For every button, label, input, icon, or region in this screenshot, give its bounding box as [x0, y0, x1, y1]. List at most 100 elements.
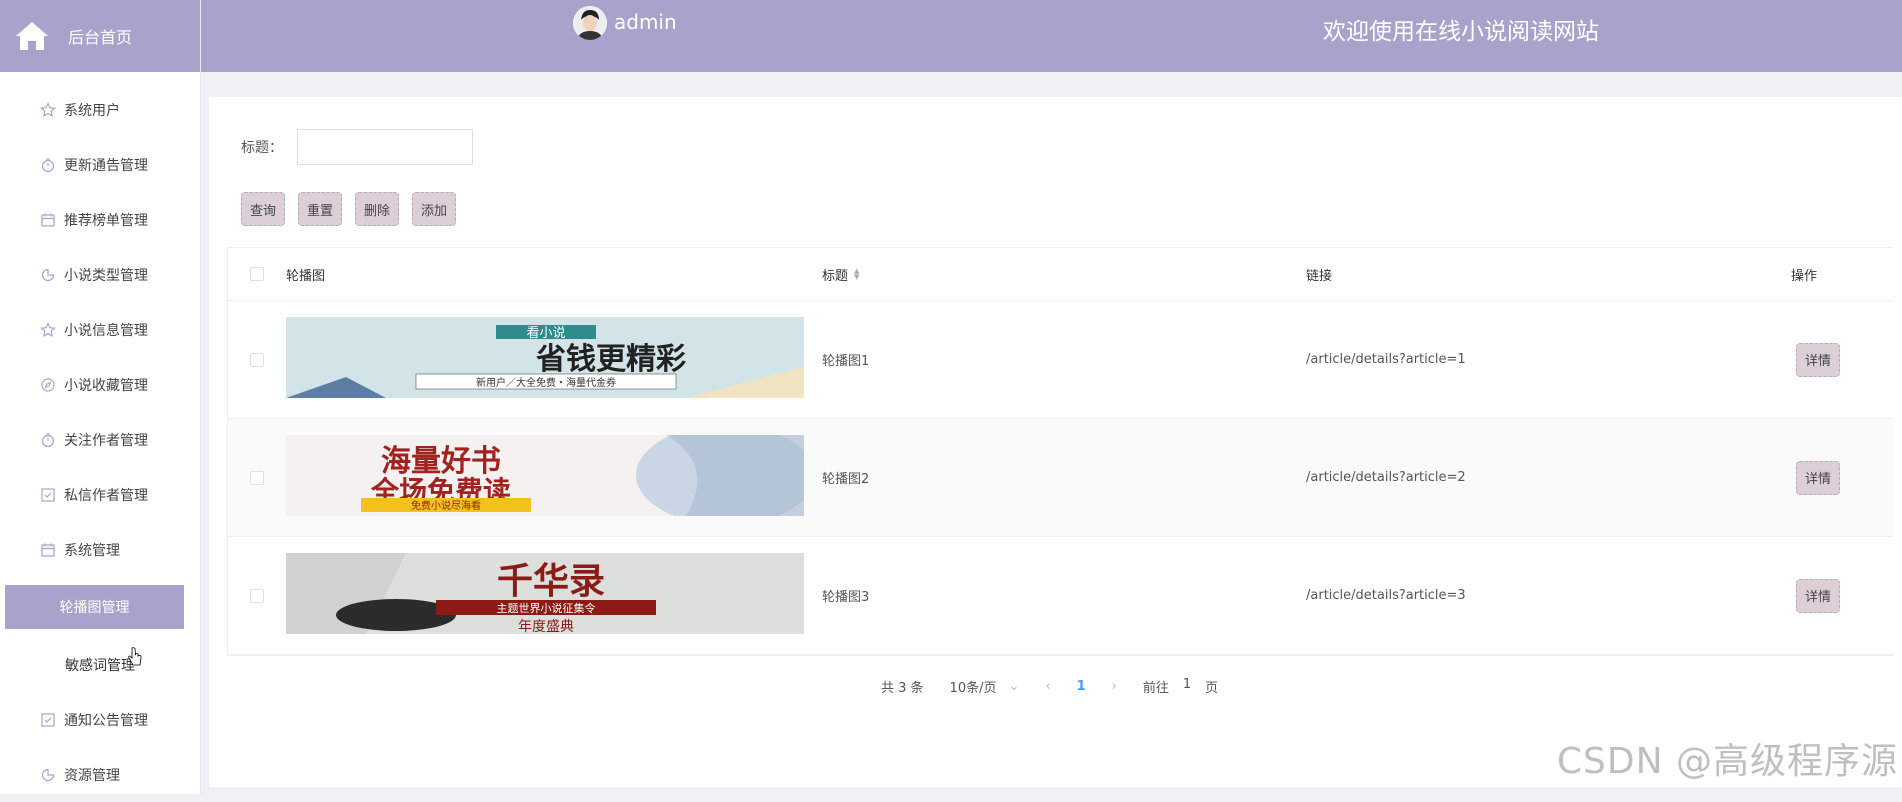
- sidebar-item-label: 敏感词管理: [65, 657, 135, 674]
- prev-page-icon[interactable]: ‹: [1045, 679, 1050, 694]
- sidebar-item-label: 私信作者管理: [64, 487, 148, 504]
- checkbox-icon: [40, 712, 56, 728]
- table-row: 看小说 省钱更精彩 新用户／大全免费・海量代金券 轮播图1 /article/d…: [228, 301, 1893, 419]
- sidebar-menu: 系统用户 更新通告管理 推荐榜单管理 小说类型管理 小说信息管理 小说收藏管理 …: [0, 72, 200, 802]
- sidebar-item-label: 小说信息管理: [64, 322, 148, 339]
- table-row: 千华录 主题世界小说征集令 年度盛典 轮播图3 /article/details…: [228, 537, 1893, 655]
- row-title: 轮播图2: [822, 472, 870, 487]
- carousel-image-2: 海量好书 全场免费读 免费小说尽海看: [286, 425, 816, 525]
- page-size-value: 10条/页: [949, 681, 997, 696]
- watermark: CSDN @高级程序源: [1556, 741, 1898, 782]
- col-link-header: 链接: [1306, 268, 1333, 284]
- timer-icon: [40, 432, 56, 448]
- next-page-icon[interactable]: ›: [1112, 679, 1117, 694]
- main-panel: 标题： 查询 重置 删除 添加 轮播图 标题 ▲ ▼ 链接 操作 看小说 省钱更…: [209, 97, 1902, 787]
- row-checkbox[interactable]: [250, 352, 264, 367]
- page-number-current[interactable]: 1: [1077, 679, 1086, 694]
- sidebar-item-message-author[interactable]: 私信作者管理: [0, 467, 200, 522]
- pie-icon: [40, 767, 56, 783]
- col-title-header[interactable]: 标题 ▲ ▼: [822, 265, 1306, 284]
- top-bar: admin 欢迎使用在线小说阅读网站: [201, 0, 1902, 72]
- pagination-total: 共 3 条: [881, 681, 924, 696]
- table-header: 轮播图 标题 ▲ ▼ 链接 操作: [228, 248, 1893, 301]
- goto-label: 前往: [1142, 681, 1169, 696]
- reset-button[interactable]: 重置: [298, 192, 342, 226]
- goto-page: 前往 1 页: [1143, 677, 1218, 696]
- sidebar-item-label: 系统用户: [64, 102, 120, 119]
- row-checkbox[interactable]: [250, 470, 264, 485]
- query-button[interactable]: 查询: [241, 192, 285, 226]
- row-title: 轮播图3: [822, 590, 870, 605]
- timer-icon: [40, 157, 56, 173]
- sidebar-item-label: 更新通告管理: [64, 157, 148, 174]
- banner-2-line1: 海量好书: [381, 444, 501, 479]
- banner-1-top-text: 看小说: [526, 325, 565, 341]
- goto-input[interactable]: 1: [1183, 677, 1191, 696]
- sidebar-item-notice[interactable]: 通知公告管理: [0, 692, 200, 747]
- detail-button[interactable]: 详情: [1796, 460, 1840, 495]
- row-link: /article/details?article=2: [1306, 470, 1466, 485]
- search-label: 标题：: [241, 140, 283, 156]
- chevron-down-icon: ⌄: [1008, 679, 1020, 694]
- sidebar-item-label: 轮播图管理: [59, 600, 130, 616]
- avatar[interactable]: [573, 6, 607, 40]
- select-all-checkbox[interactable]: [250, 267, 264, 281]
- page-size-select[interactable]: 10条/页 ⌄: [950, 677, 1020, 696]
- sidebar-item-label: 小说收藏管理: [64, 377, 148, 394]
- row-title: 轮播图1: [822, 354, 870, 369]
- banner-1-main-text: 省钱更精彩: [536, 342, 686, 377]
- pagination: 共 3 条 10条/页 ⌄ ‹ 1 › 前往 1 页: [881, 677, 1244, 696]
- star-icon: [40, 101, 56, 118]
- sidebar-item-update-notice[interactable]: 更新通告管理: [0, 137, 200, 192]
- hand-cursor-icon: [128, 647, 142, 666]
- goto-suffix: 页: [1205, 681, 1219, 696]
- action-buttons: 查询 重置 删除 添加: [241, 192, 456, 226]
- sidebar-item-novel-info[interactable]: 小说信息管理: [0, 302, 200, 357]
- sidebar-item-follow-author[interactable]: 关注作者管理: [0, 412, 200, 467]
- search-row: 标题：: [241, 129, 473, 165]
- sort-icon[interactable]: ▲ ▼: [854, 268, 859, 281]
- banner-3-sub: 主题世界小说征集令: [497, 601, 596, 615]
- detail-button[interactable]: 详情: [1796, 342, 1840, 377]
- star-icon: [40, 321, 56, 338]
- col-action-header: 操作: [1791, 268, 1818, 284]
- sidebar-header[interactable]: 后台首页: [0, 0, 200, 72]
- sidebar-item-label: 推荐榜单管理: [64, 212, 148, 229]
- delete-button[interactable]: 删除: [355, 192, 399, 226]
- sidebar-item-system-management[interactable]: 系统管理: [0, 522, 200, 577]
- col-image-header: 轮播图: [286, 268, 326, 284]
- sidebar-item-label: 小说类型管理: [64, 267, 148, 284]
- table-row: 海量好书 全场免费读 免费小说尽海看 轮播图2 /article/details…: [228, 419, 1893, 537]
- sidebar-item-system-users[interactable]: 系统用户: [0, 82, 200, 137]
- sidebar-item-label: 关注作者管理: [64, 432, 148, 449]
- banner-3-main: 千华录: [497, 560, 605, 602]
- add-button[interactable]: 添加: [412, 192, 456, 226]
- calendar-icon: [40, 212, 56, 228]
- sidebar-item-carousel[interactable]: 轮播图管理: [5, 585, 184, 629]
- sidebar-item-label: 通知公告管理: [64, 712, 148, 729]
- row-link: /article/details?article=1: [1306, 352, 1466, 367]
- detail-button[interactable]: 详情: [1796, 578, 1840, 613]
- home-icon: [16, 22, 48, 50]
- sidebar-item-label: 系统管理: [64, 542, 120, 559]
- col-title-label: 标题: [822, 268, 849, 284]
- home-link[interactable]: 后台首页: [68, 24, 132, 48]
- calendar-icon: [40, 542, 56, 558]
- checkbox-icon: [40, 487, 56, 503]
- carousel-image-1: 看小说 省钱更精彩 新用户／大全免费・海量代金券: [286, 317, 804, 398]
- banner-1-sub-text: 新用户／大全免费・海量代金券: [476, 376, 616, 389]
- carousel-image-3: 千华录 主题世界小说征集令 年度盛典: [286, 553, 804, 635]
- sidebar-item-novel-favorites[interactable]: 小说收藏管理: [0, 357, 200, 412]
- row-link: /article/details?article=3: [1306, 588, 1466, 603]
- title-search-input[interactable]: [297, 129, 473, 165]
- username[interactable]: admin: [614, 10, 677, 34]
- sidebar-item-recommend-list[interactable]: 推荐榜单管理: [0, 192, 200, 247]
- compass-icon: [40, 377, 56, 393]
- sidebar-item-label: 资源管理: [64, 767, 120, 784]
- banner-3-bottom: 年度盛典: [518, 619, 574, 634]
- sidebar-item-novel-type[interactable]: 小说类型管理: [0, 247, 200, 302]
- row-checkbox[interactable]: [250, 588, 264, 603]
- banner-2-sub: 免费小说尽海看: [411, 499, 481, 512]
- sidebar-item-sensitive-words[interactable]: 敏感词管理: [0, 637, 200, 692]
- pie-icon: [40, 267, 56, 283]
